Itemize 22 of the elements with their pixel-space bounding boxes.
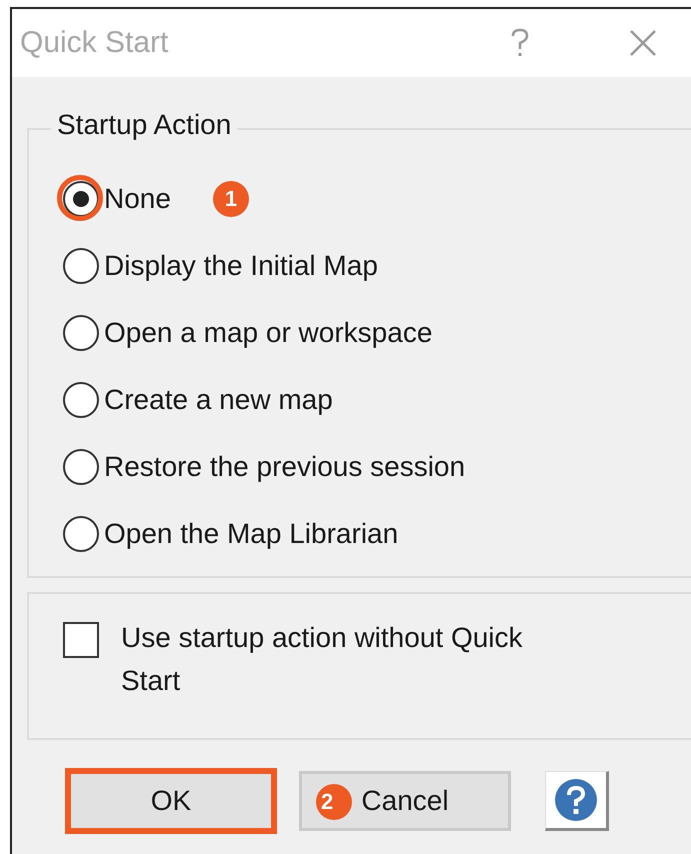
- help-icon: [554, 778, 598, 822]
- radio-label[interactable]: Restore the previous session: [104, 450, 466, 482]
- step-badge: 2: [316, 784, 352, 820]
- radio-label[interactable]: Create a new map: [104, 384, 333, 416]
- window-title: Quick Start: [20, 26, 168, 60]
- radio-button[interactable]: [63, 248, 99, 284]
- help-icon[interactable]: [511, 28, 529, 58]
- dialog-button[interactable]: OK: [65, 768, 277, 834]
- radio-button[interactable]: [63, 448, 99, 484]
- radio-button[interactable]: [63, 382, 99, 418]
- close-icon[interactable]: [629, 29, 657, 57]
- radio-label[interactable]: None: [104, 182, 171, 214]
- step-badge: 1: [212, 180, 249, 216]
- dialog-button[interactable]: 2 Cancel: [299, 771, 511, 831]
- radio-label[interactable]: Open the Map Librarian: [104, 518, 398, 550]
- help-button[interactable]: [545, 771, 609, 831]
- radio-button[interactable]: [63, 516, 99, 552]
- radio-label[interactable]: Open a map or workspace: [104, 316, 432, 348]
- checkbox[interactable]: [63, 622, 99, 658]
- checkbox-label[interactable]: Use startup action without Quick Start: [121, 616, 571, 702]
- radio-button[interactable]: [63, 314, 99, 350]
- radio-label[interactable]: Display the Initial Map: [104, 250, 378, 282]
